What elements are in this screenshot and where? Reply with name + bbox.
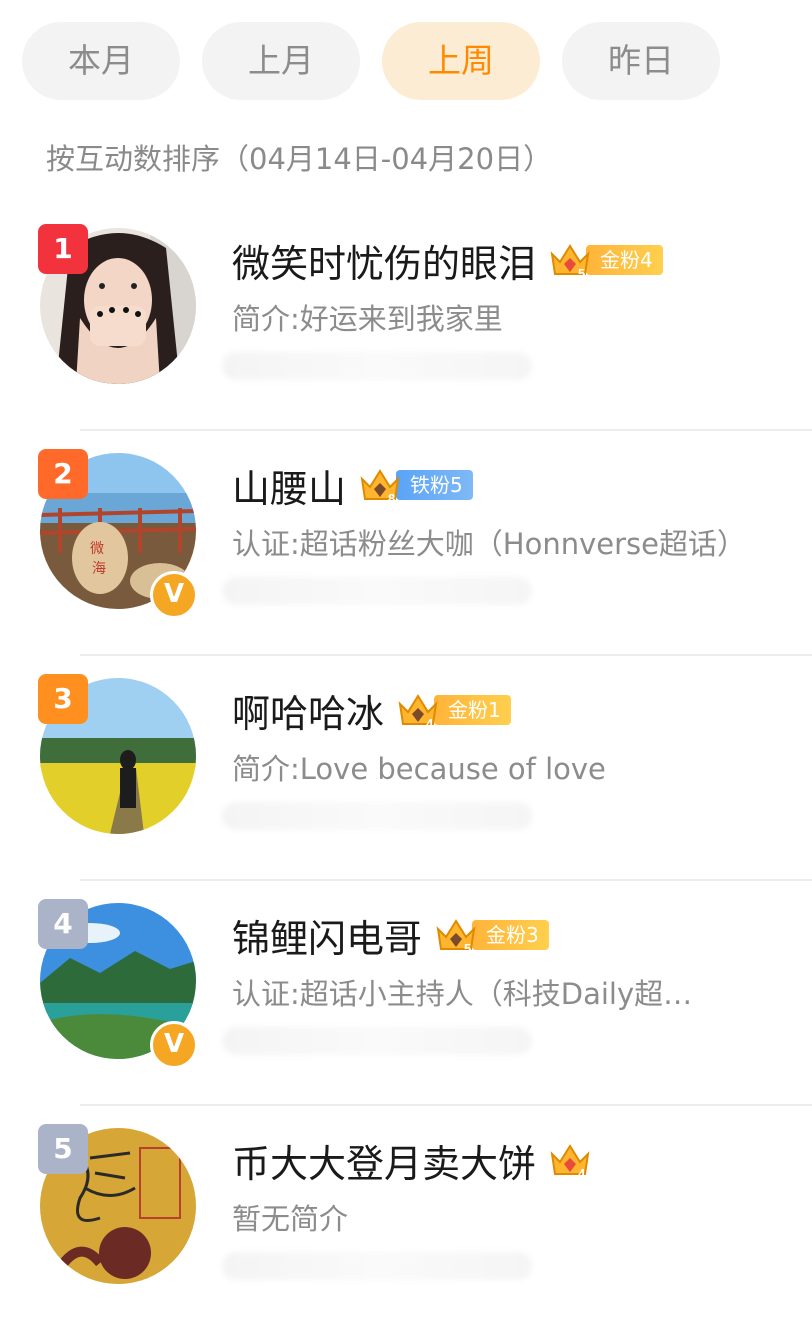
tab-yesterday[interactable]: 昨日 [562,22,720,100]
fan-level-badge: 金粉3 [472,920,549,950]
svg-text:8: 8 [388,491,395,505]
fan-level-badge: 铁粉5 [396,470,473,500]
user-description: 认证:超话粉丝大咖（Honnverse超话） [232,527,746,561]
name-line: 山腰山 8 铁粉5 [232,459,473,511]
tab-last-month[interactable]: 上月 [202,22,360,100]
user-description: 认证:超话小主持人（科技Daily超… [232,977,693,1011]
name-line: 锦鲤闪电哥 5 金粉3 [232,909,549,961]
name-line: 微笑时忧伤的眼泪 5 金粉4 [232,234,663,286]
crown-icon: 4 [548,1140,592,1181]
tab-this-month[interactable]: 本月 [22,22,180,100]
user-description: 简介:Love because of love [232,752,606,786]
user-name[interactable]: 币大大登月卖大饼 [232,1133,536,1188]
ranking-row[interactable]: 1 微笑时忧伤的眼泪 5 金粉4 简介:好运来到我家里 [0,206,812,431]
svg-text:5: 5 [464,941,471,955]
rank-badge: 3 [38,674,88,724]
ranking-row[interactable]: 5 币大大登月卖大饼 4 暂无简介 [0,1106,812,1331]
ranking-row[interactable]: 微 海 2 V 山腰山 8 铁粉5 认证:超话粉丝大咖（Honnverse超话） [0,431,812,656]
user-name[interactable]: 微笑时忧伤的眼泪 [232,233,536,288]
verified-icon: V [150,571,198,619]
time-range-tabs: 本月 上月 上周 昨日 [22,22,722,102]
fan-level-badge: 金粉1 [434,695,511,725]
rank-badge: 4 [38,899,88,949]
blurred-text [222,577,532,605]
tab-last-week[interactable]: 上周 [382,22,540,100]
user-description: 暂无简介 [232,1202,349,1236]
blurred-text [222,1027,532,1055]
svg-text:4: 4 [426,716,434,730]
crown-icon: 4 [396,690,440,731]
crown-icon: 8 [358,465,402,506]
user-name[interactable]: 山腰山 [232,458,346,513]
svg-text:4: 4 [578,1166,586,1180]
sort-description: 按互动数排序（04月14日-04月20日） [46,142,553,176]
ranking-row[interactable]: 3 啊哈哈冰 4 金粉1 简介:Love because of love [0,656,812,881]
svg-text:微: 微 [90,541,104,557]
blurred-text [222,802,532,830]
verified-icon: V [150,1021,198,1069]
crown-icon: 5 [434,915,478,956]
svg-text:海: 海 [92,561,106,577]
rank-badge: 5 [38,1124,88,1174]
user-name[interactable]: 啊哈哈冰 [232,683,384,738]
crown-icon: 5 [548,240,592,281]
blurred-text [222,352,532,380]
name-line: 啊哈哈冰 4 金粉1 [232,684,511,736]
rank-badge: 1 [38,224,88,274]
name-line: 币大大登月卖大饼 4 [232,1134,592,1186]
blurred-text [222,1252,532,1280]
user-description: 简介:好运来到我家里 [232,302,503,336]
user-name[interactable]: 锦鲤闪电哥 [232,908,422,963]
fan-level-badge: 金粉4 [586,245,663,275]
rank-badge: 2 [38,449,88,499]
svg-text:5: 5 [578,266,585,280]
ranking-row[interactable]: 4 V 锦鲤闪电哥 5 金粉3 认证:超话小主持人（科技Daily超… [0,881,812,1106]
